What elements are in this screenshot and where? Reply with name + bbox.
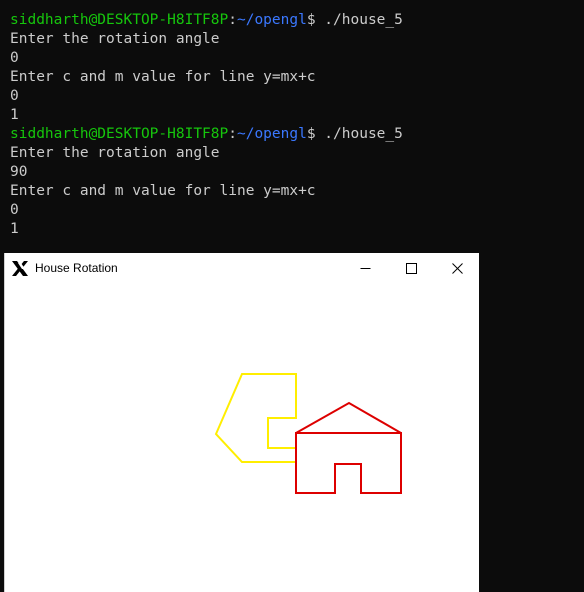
house-rotation-window[interactable]: House Rotation [4, 253, 479, 592]
window-titlebar[interactable]: House Rotation [5, 253, 479, 284]
prompt-separator: : [228, 126, 237, 142]
terminal-prompt-line: siddharth@DESKTOP-H8ITF8P:~/opengl$ ./ho… [10, 11, 584, 30]
terminal-output-line: Enter the rotation angle [10, 31, 220, 47]
prompt-path: ~/opengl [236, 12, 307, 28]
rotated-house-outline [214, 373, 297, 463]
maximize-icon [405, 263, 417, 274]
prompt-command: ./house_5 [315, 12, 403, 28]
close-button[interactable] [434, 253, 480, 284]
terminal-output-line: 1 [10, 221, 19, 237]
prompt-user: siddharth@DESKTOP-H8ITF8P [10, 126, 229, 142]
terminal-output-line: Enter the rotation angle [10, 145, 220, 161]
terminal-output-line: 1 [10, 107, 19, 123]
maximize-button[interactable] [388, 253, 434, 284]
terminal-output: siddharth@DESKTOP-H8ITF8P:~/opengl$ ./ho… [10, 11, 584, 239]
terminal-prompt-line: siddharth@DESKTOP-H8ITF8P:~/opengl$ ./ho… [10, 125, 584, 144]
minimize-icon [360, 268, 370, 269]
original-house-roof [295, 401, 402, 434]
prompt-command: ./house_5 [315, 126, 403, 142]
prompt-dollar: $ [306, 12, 316, 28]
prompt-user: siddharth@DESKTOP-H8ITF8P [10, 12, 229, 28]
terminal-output-line: Enter c and m value for line y=mx+c [10, 69, 316, 85]
terminal-output-line: 90 [10, 164, 28, 180]
prompt-path: ~/opengl [236, 126, 307, 142]
x-icon [12, 261, 28, 276]
terminal-output-line: 0 [10, 202, 19, 218]
terminal-output-line: Enter c and m value for line y=mx+c [10, 183, 316, 199]
terminal-output-line: 0 [10, 88, 19, 104]
original-house-outline [295, 432, 402, 494]
close-icon [451, 263, 463, 274]
prompt-separator: : [228, 12, 237, 28]
drawing-canvas [214, 373, 402, 494]
window-title: House Rotation [35, 261, 118, 275]
prompt-dollar: $ [306, 126, 316, 142]
terminal-output-line: 0 [10, 50, 19, 66]
minimize-button[interactable] [342, 253, 388, 284]
